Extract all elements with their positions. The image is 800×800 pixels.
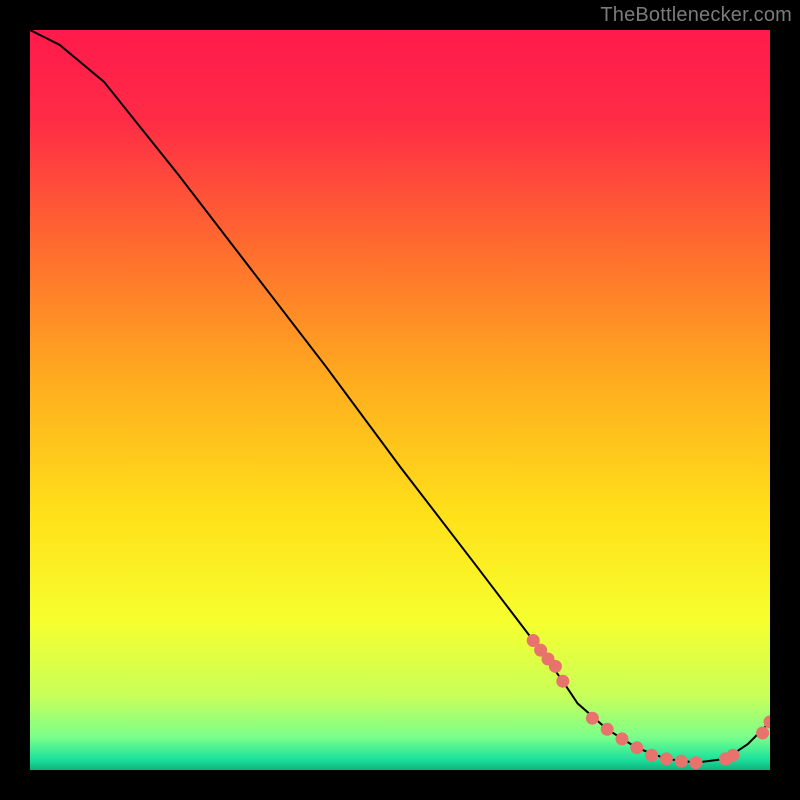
bottleneck-curve-chart — [30, 30, 770, 770]
gradient-background — [30, 30, 770, 770]
data-point — [756, 727, 769, 740]
data-point — [727, 749, 740, 762]
data-point — [556, 675, 569, 688]
data-point — [690, 756, 703, 769]
data-point — [660, 752, 673, 765]
data-point — [586, 712, 599, 725]
data-point — [645, 749, 658, 762]
plot-area — [30, 30, 770, 770]
attribution-label: TheBottlenecker.com — [600, 4, 792, 27]
data-point — [630, 741, 643, 754]
data-point — [549, 660, 562, 673]
chart-frame: TheBottlenecker.com — [0, 0, 800, 800]
data-point — [601, 723, 614, 736]
data-point — [675, 755, 688, 768]
data-point — [616, 732, 629, 745]
